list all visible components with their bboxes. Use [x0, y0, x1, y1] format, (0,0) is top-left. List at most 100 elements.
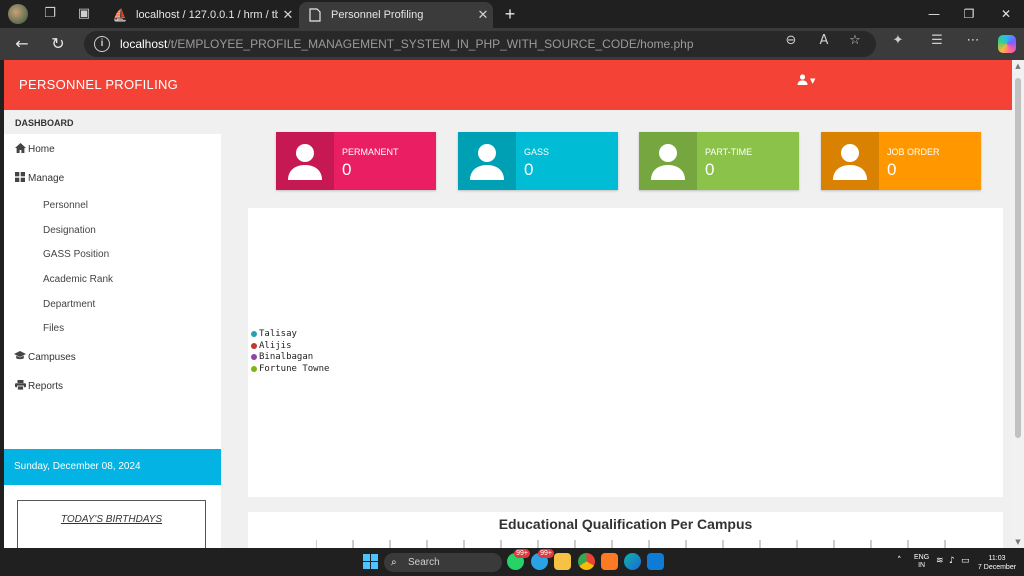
refresh-icon[interactable]: ↻ [48, 34, 68, 54]
scroll-down-arrow-icon[interactable]: ▼ [1014, 538, 1022, 546]
chart-title: Educational Qualification Per Campus [498, 516, 753, 532]
more-options-icon[interactable]: ⋯ [964, 32, 982, 50]
stat-box-part-time[interactable]: PART-TIME 0 [639, 132, 799, 190]
legend-dot [251, 365, 257, 372]
extensions-icon[interactable]: ✦ [889, 32, 907, 50]
tab-personnel-profiling[interactable]: Personnel Profiling ✕ [299, 2, 493, 28]
scroll-thumb[interactable] [1015, 78, 1021, 438]
browser-address-bar: ← ↻ i localhost/t/EMPLOYEE_PROFILE_MANAG… [0, 28, 1024, 60]
sidebar-item-manage[interactable]: Manage [4, 164, 221, 193]
stat-value: 0 [342, 160, 352, 179]
legend-dot [251, 330, 257, 337]
app-header: PERSONNEL PROFILING ▼ [4, 60, 1012, 110]
legend-dot [251, 342, 257, 349]
zoom-icon[interactable]: ⊖ [782, 32, 800, 50]
page-scrollbar[interactable]: ▲ ▼ [1012, 60, 1024, 548]
web-page: PERSONNEL PROFILING ▼ DASHBOARD Home Man… [4, 60, 1012, 548]
favorites-icon[interactable]: ☰ [928, 32, 946, 50]
browser-tab-bar: ❐ ▣ ⛵ localhost / 127.0.0.1 / hrm / tbl_… [0, 0, 1024, 28]
site-info-icon[interactable]: i [94, 36, 110, 52]
sidebar-item-campuses[interactable]: Campuses [4, 343, 221, 372]
person-icon [821, 132, 879, 190]
stat-box-gass[interactable]: GASS 0 [458, 132, 618, 190]
sidebar-subitem-designation[interactable]: Designation [4, 218, 221, 243]
page-favicon-icon [307, 7, 323, 23]
minimize-icon[interactable]: — [924, 4, 944, 24]
workspaces-icon[interactable]: ❐ [42, 6, 58, 22]
windows-start-icon[interactable] [363, 554, 378, 569]
edge-icon[interactable] [624, 553, 641, 570]
sidebar-item-label: Campuses [28, 352, 76, 364]
restore-icon[interactable]: ❐ [959, 4, 979, 24]
tab-phpmyadmin[interactable]: ⛵ localhost / 127.0.0.1 / hrm / tbl_pers… [104, 2, 298, 28]
sidebar-item-home[interactable]: Home [4, 135, 221, 164]
url-text: localhost/t/EMPLOYEE_PROFILE_MANAGEMENT_… [120, 37, 694, 51]
close-window-icon[interactable]: ✕ [996, 4, 1016, 24]
legend-label: Talisay [259, 328, 297, 339]
close-tab-icon[interactable]: ✕ [473, 8, 493, 23]
read-aloud-icon[interactable]: A [815, 32, 833, 50]
person-icon [458, 132, 516, 190]
sidebar-subitem-files[interactable]: Files [4, 316, 221, 341]
vscode-icon[interactable] [647, 553, 664, 570]
legend-label: Binalbagan [259, 352, 314, 363]
sidebar-subitem-academic-rank[interactable]: Academic Rank [4, 267, 221, 292]
print-icon [13, 380, 27, 393]
stat-label: GASS [524, 147, 550, 157]
caret-down-icon: ▼ [810, 77, 816, 85]
battery-icon[interactable]: ▭ [961, 556, 970, 566]
copilot-icon[interactable] [998, 35, 1016, 53]
graduation-cap-icon [13, 351, 27, 364]
stat-value: 0 [524, 160, 534, 179]
back-arrow-icon[interactable]: ← [12, 34, 32, 54]
scroll-up-arrow-icon[interactable]: ▲ [1014, 62, 1022, 70]
wifi-icon[interactable]: ≋ [936, 556, 944, 566]
brand-title[interactable]: PERSONNEL PROFILING [19, 77, 178, 92]
new-tab-button[interactable]: + [500, 4, 520, 24]
education-chart-panel: Educational Qualification Per Campus [248, 512, 1003, 548]
language-indicator[interactable]: ENG IN [914, 548, 929, 576]
stat-box-permanent[interactable]: PERMANENT 0 [276, 132, 436, 190]
sidebar: DASHBOARD Home Manage Personnel Designat… [4, 110, 221, 548]
tray-overflow-chevron-icon[interactable]: ˄ [897, 556, 902, 566]
birthdays-panel: TODAY'S BIRTHDAYS [17, 500, 206, 548]
stat-value: 0 [705, 160, 715, 179]
volume-icon[interactable]: ♪ [949, 556, 955, 566]
tab-title: Personnel Profiling [331, 9, 424, 21]
home-icon [13, 143, 27, 156]
favorite-star-icon[interactable]: ☆ [846, 32, 864, 50]
xampp-icon[interactable] [601, 553, 618, 570]
file-explorer-icon[interactable] [554, 553, 571, 570]
chart-legend: Talisay Alijis Binalbagan Fortune Towne [251, 328, 329, 375]
legend-label: Alijis [259, 340, 292, 351]
legend-item-talisay[interactable]: Talisay [251, 328, 329, 340]
sidebar-subitem-department[interactable]: Department [4, 292, 221, 317]
chrome-icon[interactable] [578, 553, 595, 570]
whatsapp-icon[interactable]: 99+ [507, 549, 530, 570]
birthdays-title: TODAY'S BIRTHDAYS [60, 514, 163, 525]
sidebar-subitem-personnel[interactable]: Personnel [4, 193, 221, 218]
taskbar-search-input[interactable]: ⌕ Search [384, 553, 502, 572]
stat-label: PERMANENT [342, 147, 399, 157]
chart-axis-ticks [316, 540, 946, 548]
stat-value: 0 [887, 160, 897, 179]
legend-item-binalbagan[interactable]: Binalbagan [251, 351, 329, 363]
sidebar-item-reports[interactable]: Reports [4, 372, 221, 401]
person-icon [639, 132, 697, 190]
legend-item-alijis[interactable]: Alijis [251, 340, 329, 352]
legend-item-fortune-towne[interactable]: Fortune Towne [251, 363, 329, 375]
url-input[interactable]: i localhost/t/EMPLOYEE_PROFILE_MANAGEMEN… [84, 31, 876, 57]
close-tab-icon[interactable]: ✕ [278, 8, 298, 23]
system-clock[interactable]: 11:03 7 December [970, 554, 1024, 572]
phpmyadmin-favicon-icon: ⛵ [112, 8, 128, 22]
telegram-icon[interactable]: 99+ [531, 549, 554, 570]
sidebar-item-label: Reports [28, 381, 64, 393]
browser-profile-avatar[interactable] [8, 4, 28, 24]
user-menu-button[interactable]: ▼ [797, 74, 815, 88]
sidebar-item-label: Manage [28, 173, 65, 184]
user-icon [797, 74, 808, 88]
sidebar-heading: DASHBOARD [4, 110, 221, 134]
tab-actions-icon[interactable]: ▣ [76, 6, 92, 22]
stat-box-job-order[interactable]: JOB ORDER 0 [821, 132, 981, 190]
sidebar-subitem-gass-position[interactable]: GASS Position [4, 242, 221, 267]
